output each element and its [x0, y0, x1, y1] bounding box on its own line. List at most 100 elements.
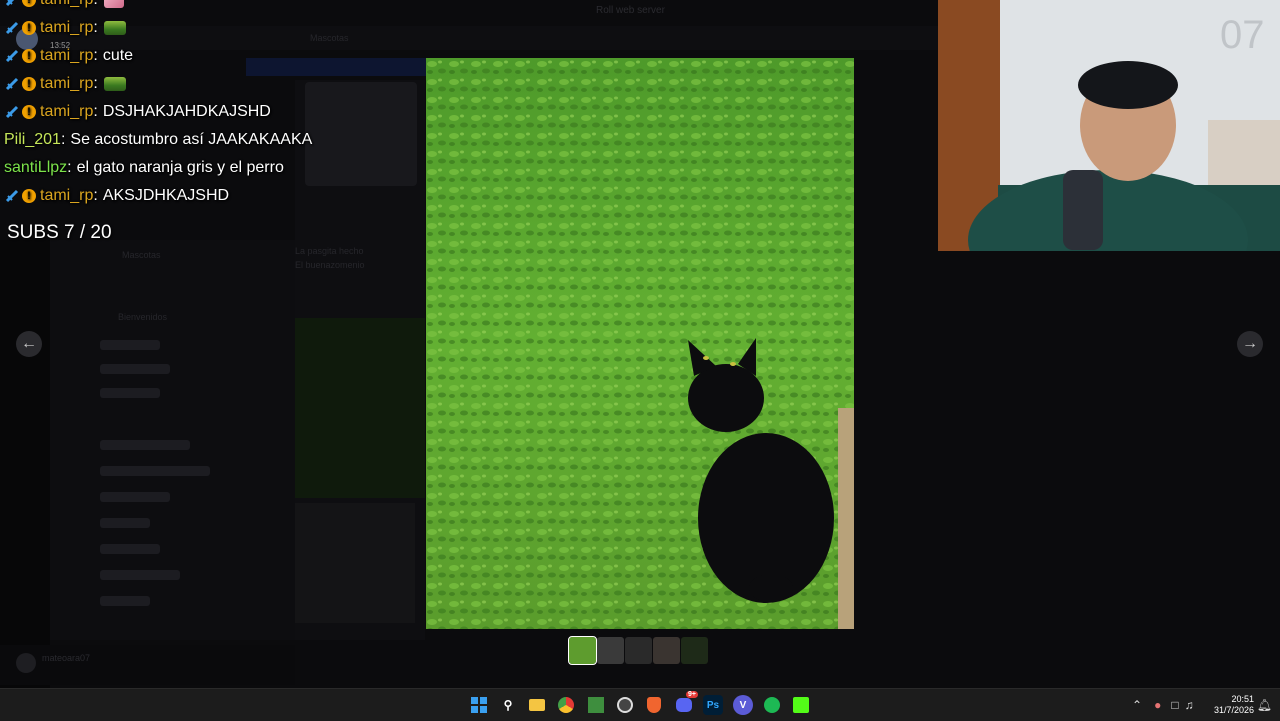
background-feed-line-2: El buenazomenio [295, 260, 365, 270]
arrow-left-icon: ← [21, 335, 37, 352]
v-app-icon: V [739, 699, 747, 711]
chat-message: ! tami_rp: [0, 14, 440, 42]
thumbnail-2[interactable] [597, 637, 624, 664]
chrome-button[interactable] [556, 695, 576, 715]
clock-time: 20:51 [1231, 694, 1254, 704]
chrome-icon [558, 697, 574, 713]
chat-separator: : [93, 103, 98, 120]
avatar [16, 653, 36, 673]
image-thumbnail-strip [568, 636, 708, 665]
cheer-badge-icon: ! [22, 0, 36, 7]
webcam-feed: 07 [938, 0, 1280, 251]
next-image-button[interactable]: → [1237, 331, 1263, 357]
chat-message: ! tami_rp: DSJHAKJAHDKAJSHD [0, 98, 440, 126]
discord-button[interactable]: 9+ [674, 691, 698, 715]
obs-icon [617, 697, 633, 713]
clock[interactable]: 20:51 31/7/2026 [1214, 694, 1254, 716]
chat-message-text: Se acostumbro así JAAKAKAAKA [70, 131, 313, 148]
taskbar: ⚲ 9+ Ps V ⌃ ● □ ♫ 20:51 31/7/2026 🔔︎ [0, 688, 1280, 721]
chat-message: santiLlpz: el gato naranja gris y el perr… [0, 154, 440, 182]
emote-icon [103, 21, 126, 35]
chat-username[interactable]: tami_rp [40, 75, 93, 93]
cheer-badge-icon: ! [22, 21, 36, 35]
file-explorer-button[interactable] [527, 695, 547, 715]
minecraft-button[interactable] [586, 695, 606, 715]
search-icon: ⚲ [503, 698, 513, 712]
moderator-sword-icon [4, 0, 20, 8]
notification-bell-icon[interactable]: 🔔︎ [1257, 698, 1272, 712]
webcam-sign-text: 07 [1220, 13, 1265, 57]
subs-counter: SUBS 7 / 20 [7, 222, 112, 243]
background-user-name: mateoara07 [42, 653, 91, 663]
chat-message-text: AKSJDHKAJSHD [102, 187, 230, 204]
clock-date: 31/7/2026 [1213, 705, 1254, 715]
chat-message: ! tami_rp: AKSJDHKAJSHD [0, 182, 440, 210]
minecraft-icon [588, 697, 604, 713]
moderator-sword-icon [4, 48, 20, 64]
webcam-overlay: 07 [938, 0, 1280, 251]
v-app-button[interactable]: V [733, 695, 753, 715]
streaming-app-button[interactable] [791, 695, 811, 715]
windows-icon [471, 697, 487, 713]
chat-separator: : [93, 0, 97, 9]
discord-icon [676, 698, 692, 712]
chat-message-text: DSJHAKJAHDKAJSHD [102, 103, 271, 120]
background-user-bar: mateoara07 [0, 645, 295, 685]
chat-username[interactable]: santiLlpz [4, 159, 67, 177]
chat-message: ! tami_rp: [0, 0, 440, 14]
chat-message: ! tami_rp: [0, 70, 440, 98]
spotify-button[interactable] [762, 695, 782, 715]
folder-icon [529, 699, 545, 711]
chat-message-text: el gato naranja gris y el perro [76, 159, 284, 176]
volume-icon[interactable]: ♫ [1185, 698, 1194, 712]
cheer-badge-icon: ! [22, 105, 36, 119]
moderator-sword-icon [4, 188, 20, 204]
brave-icon [647, 697, 661, 713]
brave-button[interactable] [644, 695, 664, 715]
cat-photo [426, 58, 854, 629]
thumbnail-5[interactable] [681, 637, 708, 664]
background-channel-sidebar: Mascotas Bienvenidos [50, 240, 295, 640]
chat-username[interactable]: Pili_201 [4, 131, 61, 149]
arrow-right-icon: → [1242, 335, 1258, 352]
kick-icon [793, 697, 809, 713]
chat-username[interactable]: tami_rp [40, 0, 93, 9]
background-sidebar-header: Mascotas [122, 250, 161, 260]
emote-icon [103, 77, 126, 91]
system-tray: ⌃ ● □ ♫ [1132, 689, 1194, 721]
chat-separator: : [93, 19, 98, 36]
search-button[interactable]: ⚲ [498, 695, 518, 715]
chat-username[interactable]: tami_rp [40, 47, 93, 65]
moderator-sword-icon [4, 76, 20, 92]
image-viewer-photo[interactable] [426, 58, 854, 629]
background-welcome-channel: Bienvenidos [118, 312, 168, 322]
background-feed-line-1: La pasgita hecho [295, 246, 364, 256]
cheer-badge-icon: ! [22, 77, 36, 91]
moderator-sword-icon [4, 104, 20, 120]
notification-badge: 9+ [686, 691, 698, 698]
chat-separator: : [93, 75, 98, 92]
thumbnail-3[interactable] [625, 637, 652, 664]
moderator-sword-icon [4, 20, 20, 36]
thumbnail-4[interactable] [653, 637, 680, 664]
cheer-badge-icon: ! [22, 189, 36, 203]
previous-image-button[interactable]: ← [16, 331, 42, 357]
photoshop-button[interactable]: Ps [703, 695, 723, 715]
background-thumbnail [295, 503, 415, 623]
start-button[interactable] [469, 695, 489, 715]
thumbnail-1[interactable] [568, 636, 597, 665]
chat-message-text: cute [102, 47, 134, 64]
chevron-up-icon[interactable]: ⌃ [1132, 698, 1142, 712]
chat-username[interactable]: tami_rp [40, 103, 93, 121]
background-server-rail [0, 240, 50, 688]
chat-message: ! tami_rp: cute [0, 42, 440, 70]
chat-username[interactable]: tami_rp [40, 19, 93, 37]
microphone-icon[interactable]: ● [1154, 698, 1161, 712]
chat-separator: : [67, 159, 72, 176]
network-icon[interactable]: □ [1171, 698, 1178, 712]
obs-button[interactable] [615, 695, 635, 715]
chat-separator: : [93, 47, 98, 64]
cheer-badge-icon: ! [22, 49, 36, 63]
background-thumbnail [295, 318, 425, 498]
chat-username[interactable]: tami_rp [40, 187, 93, 205]
